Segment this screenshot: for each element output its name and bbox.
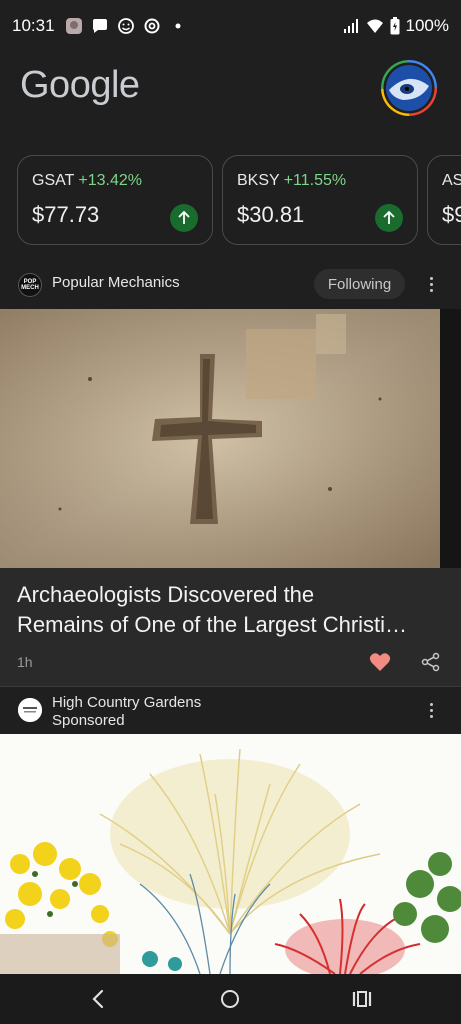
battery-percent: 100% xyxy=(405,16,449,35)
stock-price: $30.81 xyxy=(237,202,305,227)
article-card[interactable]: Archaeologists Discovered the Remains of… xyxy=(0,568,461,686)
threads-icon xyxy=(143,17,161,35)
stock-carousel[interactable]: GSAT +13.42% $77.73 BKSY +11.55% $30.81 AS… xyxy=(17,155,461,247)
article-source-row: POP MECH Popular Mechanics Following xyxy=(0,263,461,303)
sponsor-logo xyxy=(18,698,42,722)
article-title[interactable]: Archaeologists Discovered the Remains of… xyxy=(17,580,449,640)
more-options-icon[interactable] xyxy=(421,272,441,296)
app-header: Google xyxy=(0,58,461,120)
back-icon[interactable] xyxy=(86,986,112,1012)
stock-price: $77.73 xyxy=(32,202,100,227)
source-name[interactable]: Popular Mechanics xyxy=(52,274,180,291)
stock-card[interactable]: AS $9 xyxy=(427,155,461,245)
message-icon xyxy=(91,17,109,35)
system-nav-bar xyxy=(0,974,461,1024)
sponsored-source-row: High Country Gardens Sponsored xyxy=(0,688,461,734)
stock-symbol-line: BKSY +11.55% xyxy=(237,172,346,190)
source-logo: POP MECH xyxy=(18,273,42,297)
recents-icon[interactable] xyxy=(349,986,375,1012)
wifi-icon xyxy=(366,17,384,35)
article-title-line: Remains of One of the Largest Christi… xyxy=(17,612,408,637)
more-options-icon[interactable] xyxy=(421,698,441,722)
following-button[interactable]: Following xyxy=(314,269,405,299)
stock-card[interactable]: GSAT +13.42% $77.73 xyxy=(17,155,213,245)
arrow-up-icon xyxy=(375,204,403,232)
dot-icon xyxy=(169,17,187,35)
heart-icon[interactable] xyxy=(369,652,391,677)
stock-price: $9 xyxy=(442,202,461,227)
stock-symbol: BKSY xyxy=(237,172,280,189)
google-logo: Google xyxy=(20,64,140,106)
article-image[interactable] xyxy=(0,309,461,568)
article-title-line: Archaeologists Discovered the xyxy=(17,582,315,607)
stock-change: +13.42% xyxy=(78,172,142,189)
photo-thumb-icon xyxy=(65,17,83,35)
profile-avatar[interactable] xyxy=(381,60,437,116)
stock-symbol: AS xyxy=(442,172,461,189)
system-status: 100% xyxy=(342,16,449,36)
face-icon xyxy=(117,17,135,35)
arrow-up-icon xyxy=(170,204,198,232)
article-time: 1h xyxy=(17,654,33,670)
stock-card[interactable]: BKSY +11.55% $30.81 xyxy=(222,155,418,245)
status-bar: 10:31 100% xyxy=(0,0,461,52)
sponsor-name[interactable]: High Country Gardens xyxy=(52,694,201,711)
divider xyxy=(0,686,461,687)
signal-icon xyxy=(342,17,360,35)
home-icon[interactable] xyxy=(217,986,243,1012)
status-time: 10:31 xyxy=(12,16,55,35)
stock-symbol-line: GSAT +13.42% xyxy=(32,172,142,190)
battery-icon xyxy=(390,17,400,35)
share-icon[interactable] xyxy=(421,652,441,677)
sponsored-image[interactable] xyxy=(0,734,461,974)
stock-change: +11.55% xyxy=(283,172,347,189)
notification-icons xyxy=(65,17,187,35)
stock-symbol: GSAT xyxy=(32,172,75,189)
sponsored-label: Sponsored xyxy=(52,712,125,729)
stock-symbol-line: AS xyxy=(442,172,461,190)
